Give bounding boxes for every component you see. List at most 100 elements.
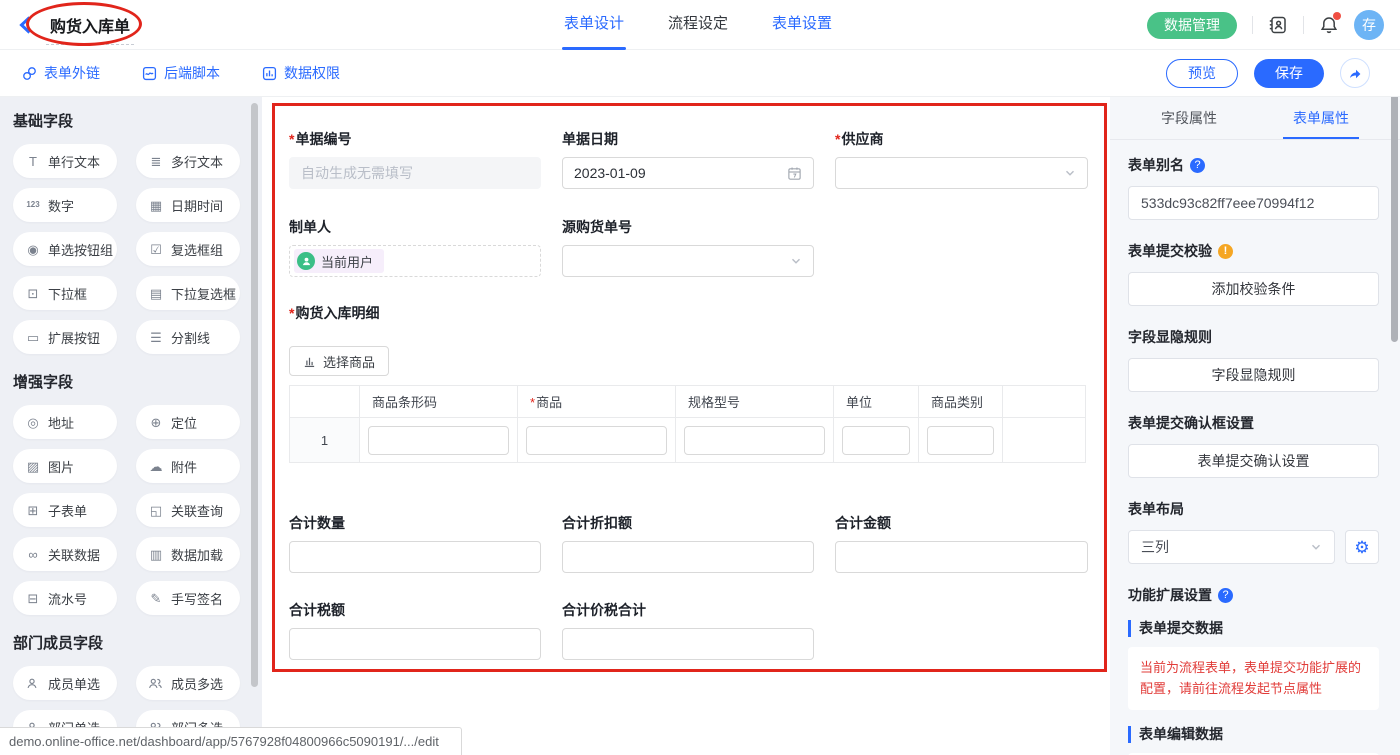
select-product-button[interactable]: 选择商品 xyxy=(289,346,389,376)
field-total-discount[interactable]: 合计折扣额 xyxy=(562,515,814,573)
tab-form-properties[interactable]: 表单属性 xyxy=(1283,97,1359,139)
exclamation-icon[interactable]: ! xyxy=(1218,244,1233,259)
field-item-label: 下拉复选框 xyxy=(171,284,236,303)
number-icon: 123 xyxy=(25,201,41,209)
address-book-icon[interactable] xyxy=(1268,15,1288,35)
creator-input[interactable]: 当前用户 xyxy=(289,245,541,277)
detail-input-barcode[interactable] xyxy=(368,426,509,455)
sidebar-scrollbar[interactable] xyxy=(251,103,258,687)
detail-input-spec[interactable] xyxy=(684,426,825,455)
avatar[interactable]: 存 xyxy=(1354,10,1384,40)
field-item-label: 关联查询 xyxy=(171,501,223,520)
field-item-member-single[interactable]: 成员单选 xyxy=(13,666,117,700)
field-total-amount[interactable]: 合计金额 xyxy=(835,515,1088,573)
layout-select[interactable]: 三列 xyxy=(1128,530,1335,564)
linked-data-icon: ∞ xyxy=(25,548,41,561)
edit-data-subheading: 表单编辑数据 xyxy=(1128,726,1379,743)
data-load-icon: ▥ xyxy=(148,548,164,561)
field-item-radio-group[interactable]: ◉单选按钮组 xyxy=(13,232,117,266)
doc-no-input[interactable]: 自动生成无需填写 xyxy=(289,157,541,189)
tab-form-setting[interactable]: 表单设置 xyxy=(771,0,833,50)
field-item-lookup[interactable]: ◱关联查询 xyxy=(136,493,240,527)
source-order-select[interactable] xyxy=(562,245,814,277)
add-validation-button[interactable]: 添加校验条件 xyxy=(1128,272,1379,306)
share-arrow-icon xyxy=(1347,65,1363,81)
backend-script-link[interactable]: 后端脚本 xyxy=(142,63,220,83)
field-item-number[interactable]: 123 数字 xyxy=(13,188,117,222)
visibility-rules-button[interactable]: 字段显隐规则 xyxy=(1128,358,1379,392)
detail-input-product[interactable] xyxy=(526,426,667,455)
field-item-subform[interactable]: ⊞子表单 xyxy=(13,493,117,527)
field-item-serial-number[interactable]: ⊟流水号 xyxy=(13,581,117,615)
field-item-datetime[interactable]: ▦日期时间 xyxy=(136,188,240,222)
field-item-dropdown-multi[interactable]: ▤下拉复选框 xyxy=(136,276,240,310)
field-item-checkbox-group[interactable]: ☑复选框组 xyxy=(136,232,240,266)
form-external-link[interactable]: 表单外链 xyxy=(22,63,100,83)
field-label: 制单人 xyxy=(289,219,541,235)
tab-form-design[interactable]: 表单设计 xyxy=(563,0,625,50)
gear-icon: ⚙ xyxy=(1354,539,1369,556)
tab-field-properties[interactable]: 字段属性 xyxy=(1151,97,1227,139)
detail-column-spec: 规格型号 xyxy=(676,386,834,418)
tab-flow-setting[interactable]: 流程设定 xyxy=(667,0,729,50)
detail-subform[interactable]: 购货入库明细 选择商品 商品条形码*商品规格型号单位商品类别 1 xyxy=(289,305,1088,463)
question-icon[interactable]: ? xyxy=(1190,158,1205,173)
field-item-location[interactable]: ⊕定位 xyxy=(136,405,240,439)
field-item-label: 下拉框 xyxy=(48,284,87,303)
bell-icon[interactable] xyxy=(1319,15,1339,35)
field-total-qty[interactable]: 合计数量 xyxy=(289,515,541,573)
data-permission-link[interactable]: 数据权限 xyxy=(262,63,340,83)
field-item-linked-data[interactable]: ∞关联数据 xyxy=(13,537,117,571)
field-item-member-multi[interactable]: 成员多选 xyxy=(136,666,240,700)
image-icon: ▨ xyxy=(25,460,41,473)
field-item-single-line-text[interactable]: T单行文本 xyxy=(13,144,117,178)
back-icon[interactable] xyxy=(18,16,33,34)
field-item-extend-button[interactable]: ▭扩展按钮 xyxy=(13,320,117,354)
field-doc-no[interactable]: 单据编号 自动生成无需填写 xyxy=(289,131,541,189)
field-item-dropdown[interactable]: ⊡下拉框 xyxy=(13,276,117,310)
field-item-signature[interactable]: ✎手写签名 xyxy=(136,581,240,615)
field-item-multi-line-text[interactable]: ≣多行文本 xyxy=(136,144,240,178)
total-discount-input[interactable] xyxy=(562,541,814,573)
save-button[interactable]: 保存 xyxy=(1254,59,1324,88)
form-alias-input[interactable]: 533dc93c82ff7eee70994f12 xyxy=(1128,186,1379,220)
field-item-attachment[interactable]: ☁附件 xyxy=(136,449,240,483)
supplier-select[interactable] xyxy=(835,157,1088,189)
total-amount-input[interactable] xyxy=(835,541,1088,573)
chevron-down-icon xyxy=(790,255,802,267)
field-total-with-tax[interactable]: 合计价税合计 xyxy=(562,602,814,660)
doc-date-input[interactable]: 2023-01-09 xyxy=(562,157,814,189)
member-single-icon xyxy=(25,677,41,690)
field-item-label: 单行文本 xyxy=(48,152,100,171)
field-item-address[interactable]: ◎地址 xyxy=(13,405,117,439)
field-source-order[interactable]: 源购货单号 xyxy=(562,219,814,277)
field-supplier[interactable]: 供应商 xyxy=(835,131,1088,189)
serial-number-icon: ⊟ xyxy=(25,592,41,605)
submit-data-subheading: 表单提交数据 xyxy=(1128,620,1379,637)
field-item-divider[interactable]: ☰分割线 xyxy=(136,320,240,354)
layout-settings-button[interactable]: ⚙ xyxy=(1345,530,1379,564)
share-button[interactable] xyxy=(1340,58,1370,88)
data-manage-button[interactable]: 数据管理 xyxy=(1147,12,1237,39)
field-doc-date[interactable]: 单据日期 2023-01-09 xyxy=(562,131,814,189)
status-url-tooltip: demo.online-office.net/dashboard/app/576… xyxy=(0,727,462,755)
total-qty-input[interactable] xyxy=(289,541,541,573)
field-item-image[interactable]: ▨图片 xyxy=(13,449,117,483)
field-total-tax[interactable]: 合计税额 xyxy=(289,602,541,660)
chevron-down-icon xyxy=(1064,167,1076,179)
checkbox-group-icon: ☑ xyxy=(148,243,164,256)
field-item-label: 数字 xyxy=(48,196,74,215)
submit-confirm-button[interactable]: 表单提交确认设置 xyxy=(1128,444,1379,478)
total-tax-input[interactable] xyxy=(289,628,541,660)
preview-button[interactable]: 预览 xyxy=(1166,59,1238,88)
field-creator[interactable]: 制单人 当前用户 xyxy=(289,219,541,277)
page-title[interactable]: 购货入库单 xyxy=(46,13,134,45)
question-icon[interactable]: ? xyxy=(1218,588,1233,603)
field-item-label: 单选按钮组 xyxy=(48,240,113,259)
detail-input-unit[interactable] xyxy=(842,426,910,455)
total-with-tax-input[interactable] xyxy=(562,628,814,660)
field-item-data-load[interactable]: ▥数据加载 xyxy=(136,537,240,571)
address-icon: ◎ xyxy=(25,416,41,429)
detail-input-category[interactable] xyxy=(927,426,994,455)
calendar-icon xyxy=(787,166,802,181)
